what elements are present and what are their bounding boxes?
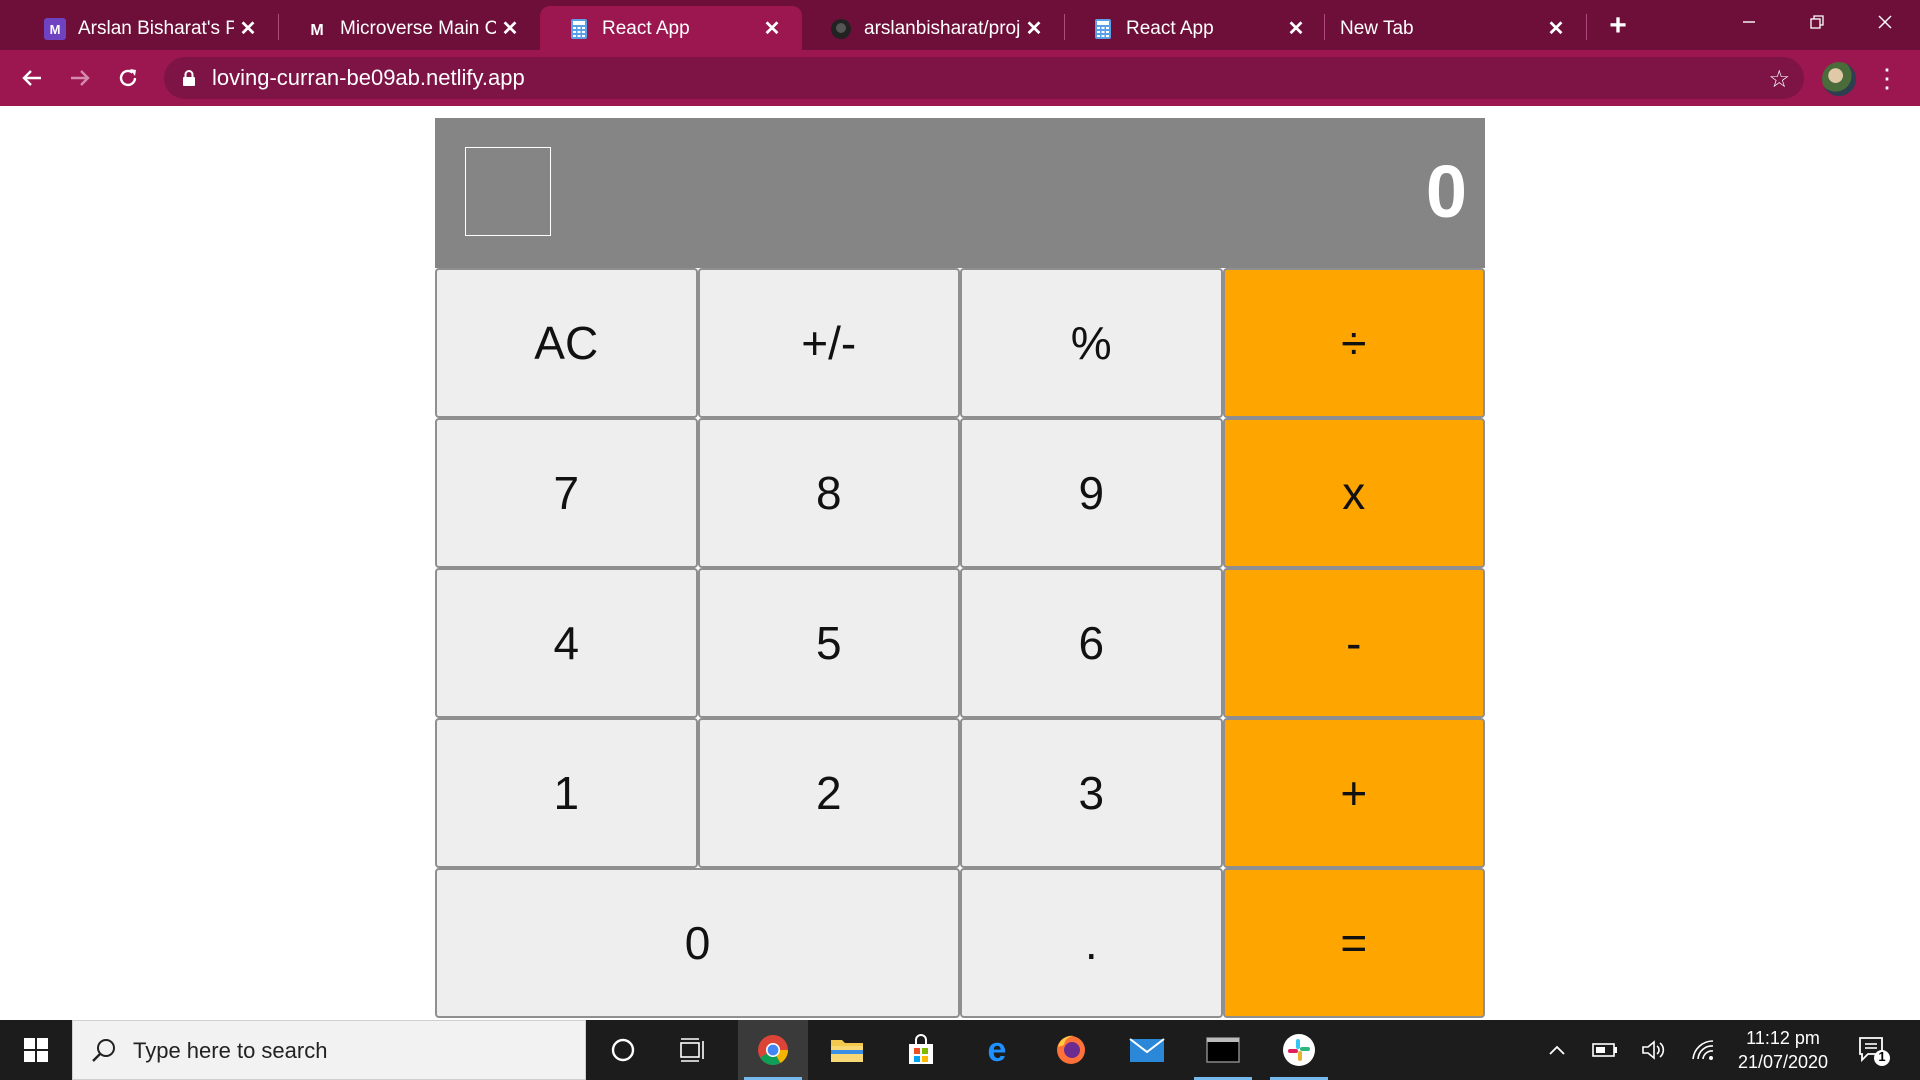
digit-1-button[interactable]: 1 — [435, 718, 698, 868]
tab-label: React App — [602, 18, 690, 39]
tab-label: React App — [1126, 18, 1214, 39]
file-explorer-icon[interactable] — [812, 1020, 882, 1080]
display-value: 0 — [1425, 150, 1467, 233]
sign-toggle-button[interactable]: +/- — [697, 268, 960, 418]
browser-tab[interactable]: arslanbisharat/projec ✕ — [802, 6, 1064, 50]
tab-label: New Tab — [1340, 18, 1414, 39]
taskbar-clock[interactable]: 11:12 pm 21/07/2020 — [1724, 1026, 1842, 1074]
clear-button[interactable]: AC — [435, 268, 698, 418]
task-view-icon[interactable] — [658, 1020, 728, 1080]
browser-tab[interactable]: React App ✕ — [1064, 6, 1326, 50]
forward-icon[interactable] — [62, 60, 98, 96]
minimize-icon[interactable] — [1724, 6, 1774, 38]
search-icon — [89, 1036, 119, 1066]
address-bar[interactable]: loving-curran-be09ab.netlify.app ☆ — [164, 57, 1804, 99]
mail-icon[interactable] — [1112, 1020, 1182, 1080]
clock-time: 11:12 pm — [1746, 1028, 1820, 1048]
slack-icon[interactable] — [1264, 1020, 1334, 1080]
microverse-icon: M — [44, 18, 66, 40]
microsoft-store-icon[interactable] — [886, 1020, 956, 1080]
percent-button[interactable]: % — [960, 268, 1223, 418]
battery-icon[interactable] — [1586, 1020, 1624, 1080]
digit-8-button[interactable]: 8 — [697, 418, 960, 568]
browser-tab[interactable]: M Microverse Main Cur ✕ — [278, 6, 540, 50]
taskbar-search-box[interactable]: Type here to search — [72, 1020, 586, 1080]
close-tab-icon[interactable]: ✕ — [498, 16, 522, 40]
browser-tab[interactable]: M Arslan Bisharat's Proj ✕ — [16, 6, 278, 50]
browser-toolbar: loving-curran-be09ab.netlify.app ☆ ⋮ — [0, 50, 1920, 106]
notification-count: 1 — [1878, 1049, 1886, 1064]
show-hidden-icons-icon[interactable] — [1538, 1020, 1576, 1080]
equals-button[interactable]: = — [1222, 868, 1485, 1018]
display-history-box — [465, 147, 551, 236]
action-center-icon[interactable]: 1 — [1856, 1032, 1892, 1068]
reload-icon[interactable] — [110, 60, 146, 96]
subtract-button[interactable]: - — [1222, 568, 1485, 718]
windows-start-icon[interactable] — [0, 1020, 72, 1080]
calculator-icon — [568, 18, 590, 40]
digit-9-button[interactable]: 9 — [960, 418, 1223, 568]
volume-icon[interactable] — [1634, 1020, 1674, 1080]
close-tab-icon[interactable]: ✕ — [1284, 16, 1308, 40]
firefox-icon[interactable] — [1036, 1020, 1106, 1080]
tab-label: Microverse Main Cur — [340, 18, 496, 39]
calculator: 0 AC +/- % ÷ 7 8 9 x 4 5 6 - 1 2 3 + 0 .… — [435, 118, 1485, 1018]
close-tab-icon[interactable]: ✕ — [1022, 16, 1046, 40]
browser-tab[interactable]: New Tab ✕ — [1324, 6, 1586, 50]
calculator-display: 0 — [435, 118, 1485, 268]
digit-6-button[interactable]: 6 — [960, 568, 1223, 718]
digit-0-button[interactable]: 0 — [435, 868, 960, 1018]
multiply-button[interactable]: x — [1222, 418, 1485, 568]
back-icon[interactable] — [14, 60, 50, 96]
clock-date: 21/07/2020 — [1737, 1052, 1829, 1072]
divide-button[interactable]: ÷ — [1222, 268, 1485, 418]
browser-menu-icon[interactable]: ⋮ — [1872, 60, 1902, 96]
calculator-keypad: AC +/- % ÷ 7 8 9 x 4 5 6 - 1 2 3 + 0 . = — [435, 268, 1485, 1018]
wifi-icon[interactable] — [1684, 1020, 1722, 1080]
lock-icon — [182, 70, 196, 86]
cortana-icon[interactable] — [588, 1020, 658, 1080]
svg-text:M: M — [310, 22, 323, 39]
decimal-button[interactable]: . — [960, 868, 1223, 1018]
edge-icon[interactable]: e — [962, 1020, 1032, 1080]
microverse-icon: M — [306, 18, 328, 40]
tab-label: Arslan Bisharat's Proj — [78, 18, 234, 39]
digit-4-button[interactable]: 4 — [435, 568, 698, 718]
search-placeholder: Type here to search — [133, 1038, 328, 1063]
bookmark-star-icon[interactable]: ☆ — [1768, 65, 1790, 94]
svg-text:e: e — [988, 1034, 1007, 1066]
chrome-icon[interactable] — [738, 1020, 808, 1080]
digit-2-button[interactable]: 2 — [697, 718, 960, 868]
windows-taskbar: Type here to search e 11:12 pm 21/07/202… — [0, 1020, 1920, 1080]
close-tab-icon[interactable]: ✕ — [236, 16, 260, 40]
new-tab-button[interactable]: + — [1598, 9, 1638, 43]
close-tab-icon[interactable]: ✕ — [1544, 16, 1568, 40]
close-tab-icon[interactable]: ✕ — [760, 16, 784, 40]
tab-divider — [1586, 14, 1587, 40]
digit-5-button[interactable]: 5 — [697, 568, 960, 718]
tab-label: arslanbisharat/projec — [864, 18, 1020, 39]
digit-3-button[interactable]: 3 — [960, 718, 1223, 868]
restore-icon[interactable] — [1792, 6, 1842, 38]
profile-avatar[interactable] — [1822, 62, 1856, 96]
svg-text:M: M — [50, 22, 61, 37]
terminal-icon[interactable] — [1188, 1020, 1258, 1080]
url-text: loving-curran-be09ab.netlify.app — [212, 65, 525, 90]
tab-strip: M Arslan Bisharat's Proj ✕ M Microverse … — [0, 0, 1920, 50]
digit-7-button[interactable]: 7 — [435, 418, 698, 568]
github-icon — [830, 18, 852, 40]
calculator-icon — [1092, 18, 1114, 40]
add-button[interactable]: + — [1222, 718, 1485, 868]
browser-tab-active[interactable]: React App ✕ — [540, 6, 802, 50]
close-window-icon[interactable] — [1860, 6, 1910, 38]
